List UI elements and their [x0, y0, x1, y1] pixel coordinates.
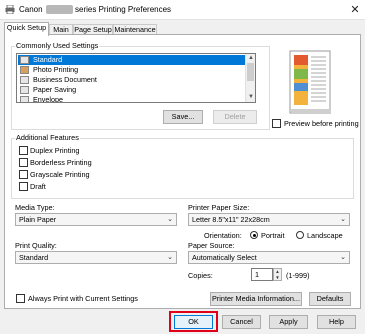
printer-media-info-button[interactable]: Printer Media Information... — [210, 292, 302, 306]
copies-stepper[interactable]: ▲ ▼ — [273, 268, 282, 281]
duplex-printing-label: Duplex Printing — [30, 146, 80, 155]
apply-button[interactable]: Apply — [269, 315, 308, 329]
paper-size-value: Letter 8.5"x11" 22x28cm — [192, 215, 270, 224]
paper-source-label: Paper Source: — [188, 241, 235, 250]
landscape-label: Landscape — [307, 231, 343, 240]
cancel-button[interactable]: Cancel — [222, 315, 261, 329]
save-button[interactable]: Save... — [163, 110, 203, 124]
grayscale-printing-checkbox[interactable] — [19, 170, 28, 179]
list-item[interactable]: Envelope — [18, 95, 246, 102]
paper-saving-icon — [20, 86, 29, 94]
always-print-checkbox[interactable] — [16, 294, 25, 303]
chevron-down-icon: ⌄ — [167, 254, 173, 261]
printer-icon — [5, 5, 15, 14]
photo-icon — [20, 66, 29, 74]
title-bar: Canon series Printing Preferences ✕ — [0, 0, 365, 20]
media-type-value: Plain Paper — [19, 215, 57, 224]
window-title: series Printing Preferences — [75, 5, 172, 14]
window-title-prefix: Canon — [19, 5, 43, 14]
scroll-down-icon[interactable]: ▼ — [246, 93, 255, 102]
preview-checkbox[interactable] — [272, 119, 281, 128]
list-item[interactable]: Paper Saving — [18, 85, 246, 95]
business-document-icon — [20, 76, 29, 84]
copies-input[interactable]: 1 — [251, 268, 273, 281]
tab-strip: Quick Setup Main Page Setup Maintenance — [0, 21, 365, 36]
paper-size-select[interactable]: Letter 8.5"x11" 22x28cm ⌄ — [188, 213, 350, 226]
commonly-used-list[interactable]: Standard Photo Printing Business Documen… — [16, 53, 256, 103]
help-button[interactable]: Help — [317, 315, 356, 329]
list-scrollbar[interactable]: ▲ ▼ — [245, 54, 255, 102]
tab-quick-setup[interactable]: Quick Setup — [4, 22, 49, 36]
delete-button[interactable]: Delete — [213, 110, 257, 124]
paper-size-label: Printer Paper Size: — [188, 203, 250, 212]
copies-label: Copies: — [188, 271, 213, 280]
paper-source-select[interactable]: Automatically Select ⌄ — [188, 251, 350, 264]
additional-features-title: Additional Features — [15, 133, 80, 142]
highlight-frame — [169, 311, 218, 332]
list-item[interactable]: Business Document — [18, 75, 246, 85]
page-preview-image — [289, 50, 331, 114]
duplex-printing-checkbox[interactable] — [19, 146, 28, 155]
preview-checkbox-label: Preview before printing — [284, 119, 359, 128]
chevron-down-icon: ⌄ — [340, 254, 346, 261]
landscape-radio[interactable] — [296, 231, 304, 239]
grayscale-printing-label: Grayscale Printing — [30, 170, 90, 179]
borderless-printing-label: Borderless Printing — [30, 158, 92, 167]
document-icon — [20, 56, 29, 64]
borderless-printing-checkbox[interactable] — [19, 158, 28, 167]
scroll-up-icon[interactable]: ▲ — [246, 54, 255, 63]
always-print-label: Always Print with Current Settings — [28, 294, 138, 303]
redacted-model-name — [46, 5, 73, 14]
scroll-thumb[interactable] — [247, 63, 254, 81]
orientation-label: Orientation: — [204, 231, 242, 240]
portrait-label: Portrait — [261, 231, 285, 240]
draft-checkbox[interactable] — [19, 182, 28, 191]
chevron-down-icon: ⌄ — [340, 216, 346, 223]
close-icon[interactable]: ✕ — [348, 3, 362, 17]
print-quality-select[interactable]: Standard ⌄ — [15, 251, 177, 264]
print-quality-label: Print Quality: — [15, 241, 57, 250]
list-item[interactable]: Standard — [18, 55, 246, 65]
commonly-used-title: Commonly Used Settings — [15, 41, 100, 50]
copies-range: (1-999) — [286, 271, 310, 280]
paper-source-value: Automatically Select — [192, 253, 257, 262]
print-quality-value: Standard — [19, 253, 49, 262]
media-type-select[interactable]: Plain Paper ⌄ — [15, 213, 177, 226]
draft-label: Draft — [30, 182, 46, 191]
portrait-radio[interactable] — [250, 231, 258, 239]
list-item[interactable]: Photo Printing — [18, 65, 246, 75]
chevron-down-icon: ⌄ — [167, 216, 173, 223]
media-type-label: Media Type: — [15, 203, 55, 212]
envelope-icon — [20, 96, 29, 102]
defaults-button[interactable]: Defaults — [309, 292, 351, 306]
